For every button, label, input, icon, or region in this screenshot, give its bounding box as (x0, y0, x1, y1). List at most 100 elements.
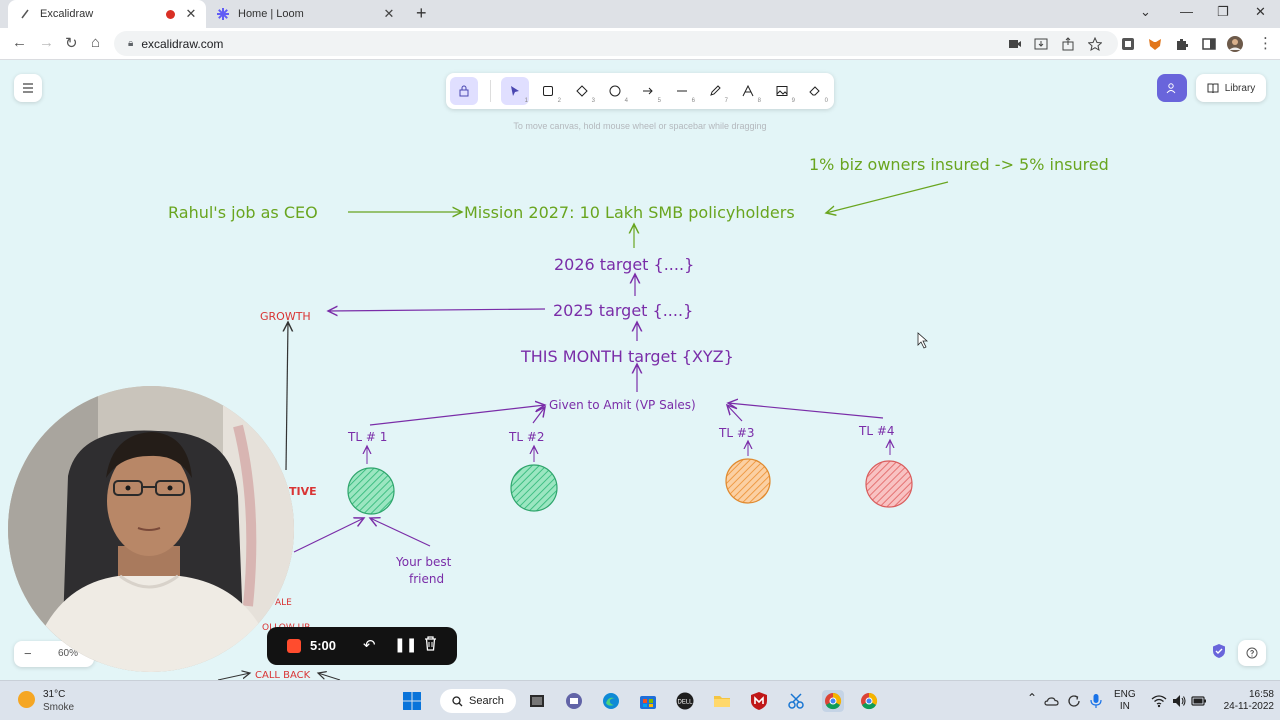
tab-close-button[interactable]: ✕ (382, 6, 396, 22)
stop-recording-button[interactable] (287, 639, 301, 653)
language-code: ENG (1114, 689, 1136, 700)
tab-excalidraw[interactable]: Excalidraw ✕ (8, 0, 206, 28)
arrow-from-call-back[interactable] (318, 673, 341, 680)
chrome-profile-icon[interactable] (822, 690, 844, 712)
weather-condition: Smoke (43, 702, 75, 713)
text-tl4[interactable]: TL #4 (858, 424, 895, 438)
arrow-best-friend[interactable] (370, 518, 431, 547)
puzzle-extensions-icon[interactable] (1175, 37, 1189, 51)
sync-icon[interactable] (1066, 693, 1082, 709)
home-icon[interactable]: ⌂ (91, 34, 100, 51)
text-best-friend-1[interactable]: Your best (395, 555, 452, 569)
tab-title: Excalidraw (40, 8, 94, 20)
arrow-left-to-tl1[interactable] (293, 518, 364, 553)
side-panel-icon[interactable] (1202, 37, 1216, 51)
webcam-video (8, 386, 294, 672)
text-tl3[interactable]: TL #3 (718, 426, 755, 440)
mcafee-icon[interactable] (749, 691, 769, 711)
bookmark-star-icon[interactable] (1088, 37, 1102, 51)
metamask-fox-icon[interactable] (1148, 37, 1162, 51)
zoom-out-button[interactable]: − (24, 646, 32, 661)
microphone-icon[interactable] (1089, 693, 1103, 709)
profile-avatar[interactable] (1227, 36, 1243, 52)
tray-chevron-up-icon[interactable]: ⌃ (1027, 692, 1037, 704)
windows-taskbar: 31°C Smoke Search DELL ⌃ ENG IN 16:58 24… (0, 680, 1280, 720)
arrow-insured-to-mission[interactable] (826, 181, 949, 213)
pause-recording-icon[interactable]: ❚❚ (394, 636, 417, 653)
reload-icon[interactable]: ↻ (65, 34, 78, 52)
language-indicator[interactable]: ENG IN (1114, 689, 1136, 713)
arrow-to-growth[interactable] (286, 322, 288, 471)
recording-timer: 5:00 (310, 638, 337, 653)
microsoft-store-icon[interactable] (638, 691, 658, 711)
arrow-to-call-back[interactable] (217, 673, 250, 680)
forward-arrow-icon[interactable]: → (39, 34, 54, 51)
wifi-icon[interactable] (1151, 693, 1167, 709)
webcam-bubble[interactable] (8, 386, 294, 672)
text-2026-target[interactable]: 2026 target {....} (554, 255, 694, 274)
install-icon[interactable] (1034, 37, 1048, 51)
url-text: excalidraw.com (141, 36, 224, 51)
lock-icon: 🔒︎ (128, 38, 134, 49)
volume-icon[interactable] (1171, 693, 1187, 709)
text-tl1[interactable]: TL # 1 (347, 430, 387, 444)
arrow-tl3-to-amit[interactable] (727, 405, 743, 422)
text-tl2[interactable]: TL #2 (508, 430, 545, 444)
text-given-to-amit[interactable]: Given to Amit (VP Sales) (549, 398, 696, 412)
dell-icon[interactable]: DELL (675, 691, 695, 711)
text-growth[interactable]: GROWTH (260, 310, 311, 323)
chrome-icon[interactable] (859, 691, 879, 711)
help-button[interactable] (1238, 640, 1266, 666)
text-ale[interactable]: ALE (275, 598, 292, 608)
clock-time: 16:58 (1248, 689, 1274, 700)
back-arrow-icon[interactable]: ← (12, 34, 27, 51)
delete-recording-icon[interactable] (424, 636, 437, 651)
snipping-tool-icon[interactable] (786, 691, 806, 711)
text-2025-target[interactable]: 2025 target {....} (553, 301, 693, 320)
windows-start-icon[interactable] (402, 691, 422, 711)
edge-browser-icon[interactable] (601, 691, 621, 711)
tab-search-chevron-icon[interactable]: ⌄ (1140, 4, 1151, 20)
new-tab-button[interactable]: + (416, 3, 427, 24)
text-insured-goal[interactable]: 1% biz owners insured -> 5% insured (809, 155, 1109, 174)
text-best-friend-2[interactable]: friend (409, 572, 444, 586)
camera-icon[interactable] (1008, 37, 1022, 51)
text-call-back[interactable]: CALL BACK (255, 670, 311, 680)
system-clock[interactable]: 16:58 24-11-2022 (1212, 689, 1274, 713)
text-tive[interactable]: TIVE (289, 485, 317, 498)
battery-icon[interactable] (1191, 693, 1207, 709)
text-mission-2027[interactable]: Mission 2027: 10 Lakh SMB policyholders (464, 203, 795, 222)
arrow-2025-to-growth[interactable] (328, 309, 546, 311)
circle-tl4[interactable] (865, 460, 913, 508)
tab-close-button[interactable]: ✕ (184, 6, 198, 22)
region-code: IN (1119, 701, 1130, 712)
extension-icon[interactable] (1121, 37, 1135, 51)
teams-chat-icon[interactable] (564, 691, 584, 711)
share-icon[interactable] (1061, 37, 1075, 51)
help-icon (1246, 647, 1258, 659)
address-bar[interactable]: 🔒︎ excalidraw.com (114, 31, 1118, 56)
window-close-button[interactable]: ✕ (1255, 4, 1266, 20)
clock-date: 24-11-2022 (1223, 701, 1274, 712)
search-label: Search (469, 695, 504, 707)
circle-tl1[interactable] (347, 467, 395, 515)
onedrive-cloud-icon[interactable] (1044, 693, 1060, 709)
chrome-menu-icon[interactable]: ⋮ (1258, 34, 1273, 52)
tab-strip: Excalidraw ✕ Home | Loom ✕ + ⌄ — ❐ ✕ (0, 0, 1280, 28)
tab-title: Home | Loom (238, 8, 304, 20)
file-explorer-icon[interactable] (712, 691, 732, 711)
shield-icon[interactable] (1212, 643, 1226, 659)
arrow-tl1-to-amit[interactable] (369, 405, 545, 426)
restart-recording-icon[interactable]: ↶ (363, 636, 376, 654)
circle-tl3[interactable] (725, 458, 771, 504)
circle-tl2[interactable] (510, 464, 558, 512)
text-rahul-ceo[interactable]: Rahul's job as CEO (168, 203, 318, 222)
arrow-tl4-to-amit[interactable] (728, 403, 884, 419)
task-view-icon[interactable] (527, 691, 547, 711)
minimize-button[interactable]: — (1180, 4, 1193, 19)
taskbar-search[interactable]: Search (440, 689, 516, 713)
arrow-tl2-to-amit[interactable] (532, 407, 545, 424)
tab-loom[interactable]: Home | Loom ✕ (208, 0, 404, 28)
text-this-month-target[interactable]: THIS MONTH target {XYZ} (520, 347, 734, 366)
maximize-button[interactable]: ❐ (1217, 4, 1229, 20)
